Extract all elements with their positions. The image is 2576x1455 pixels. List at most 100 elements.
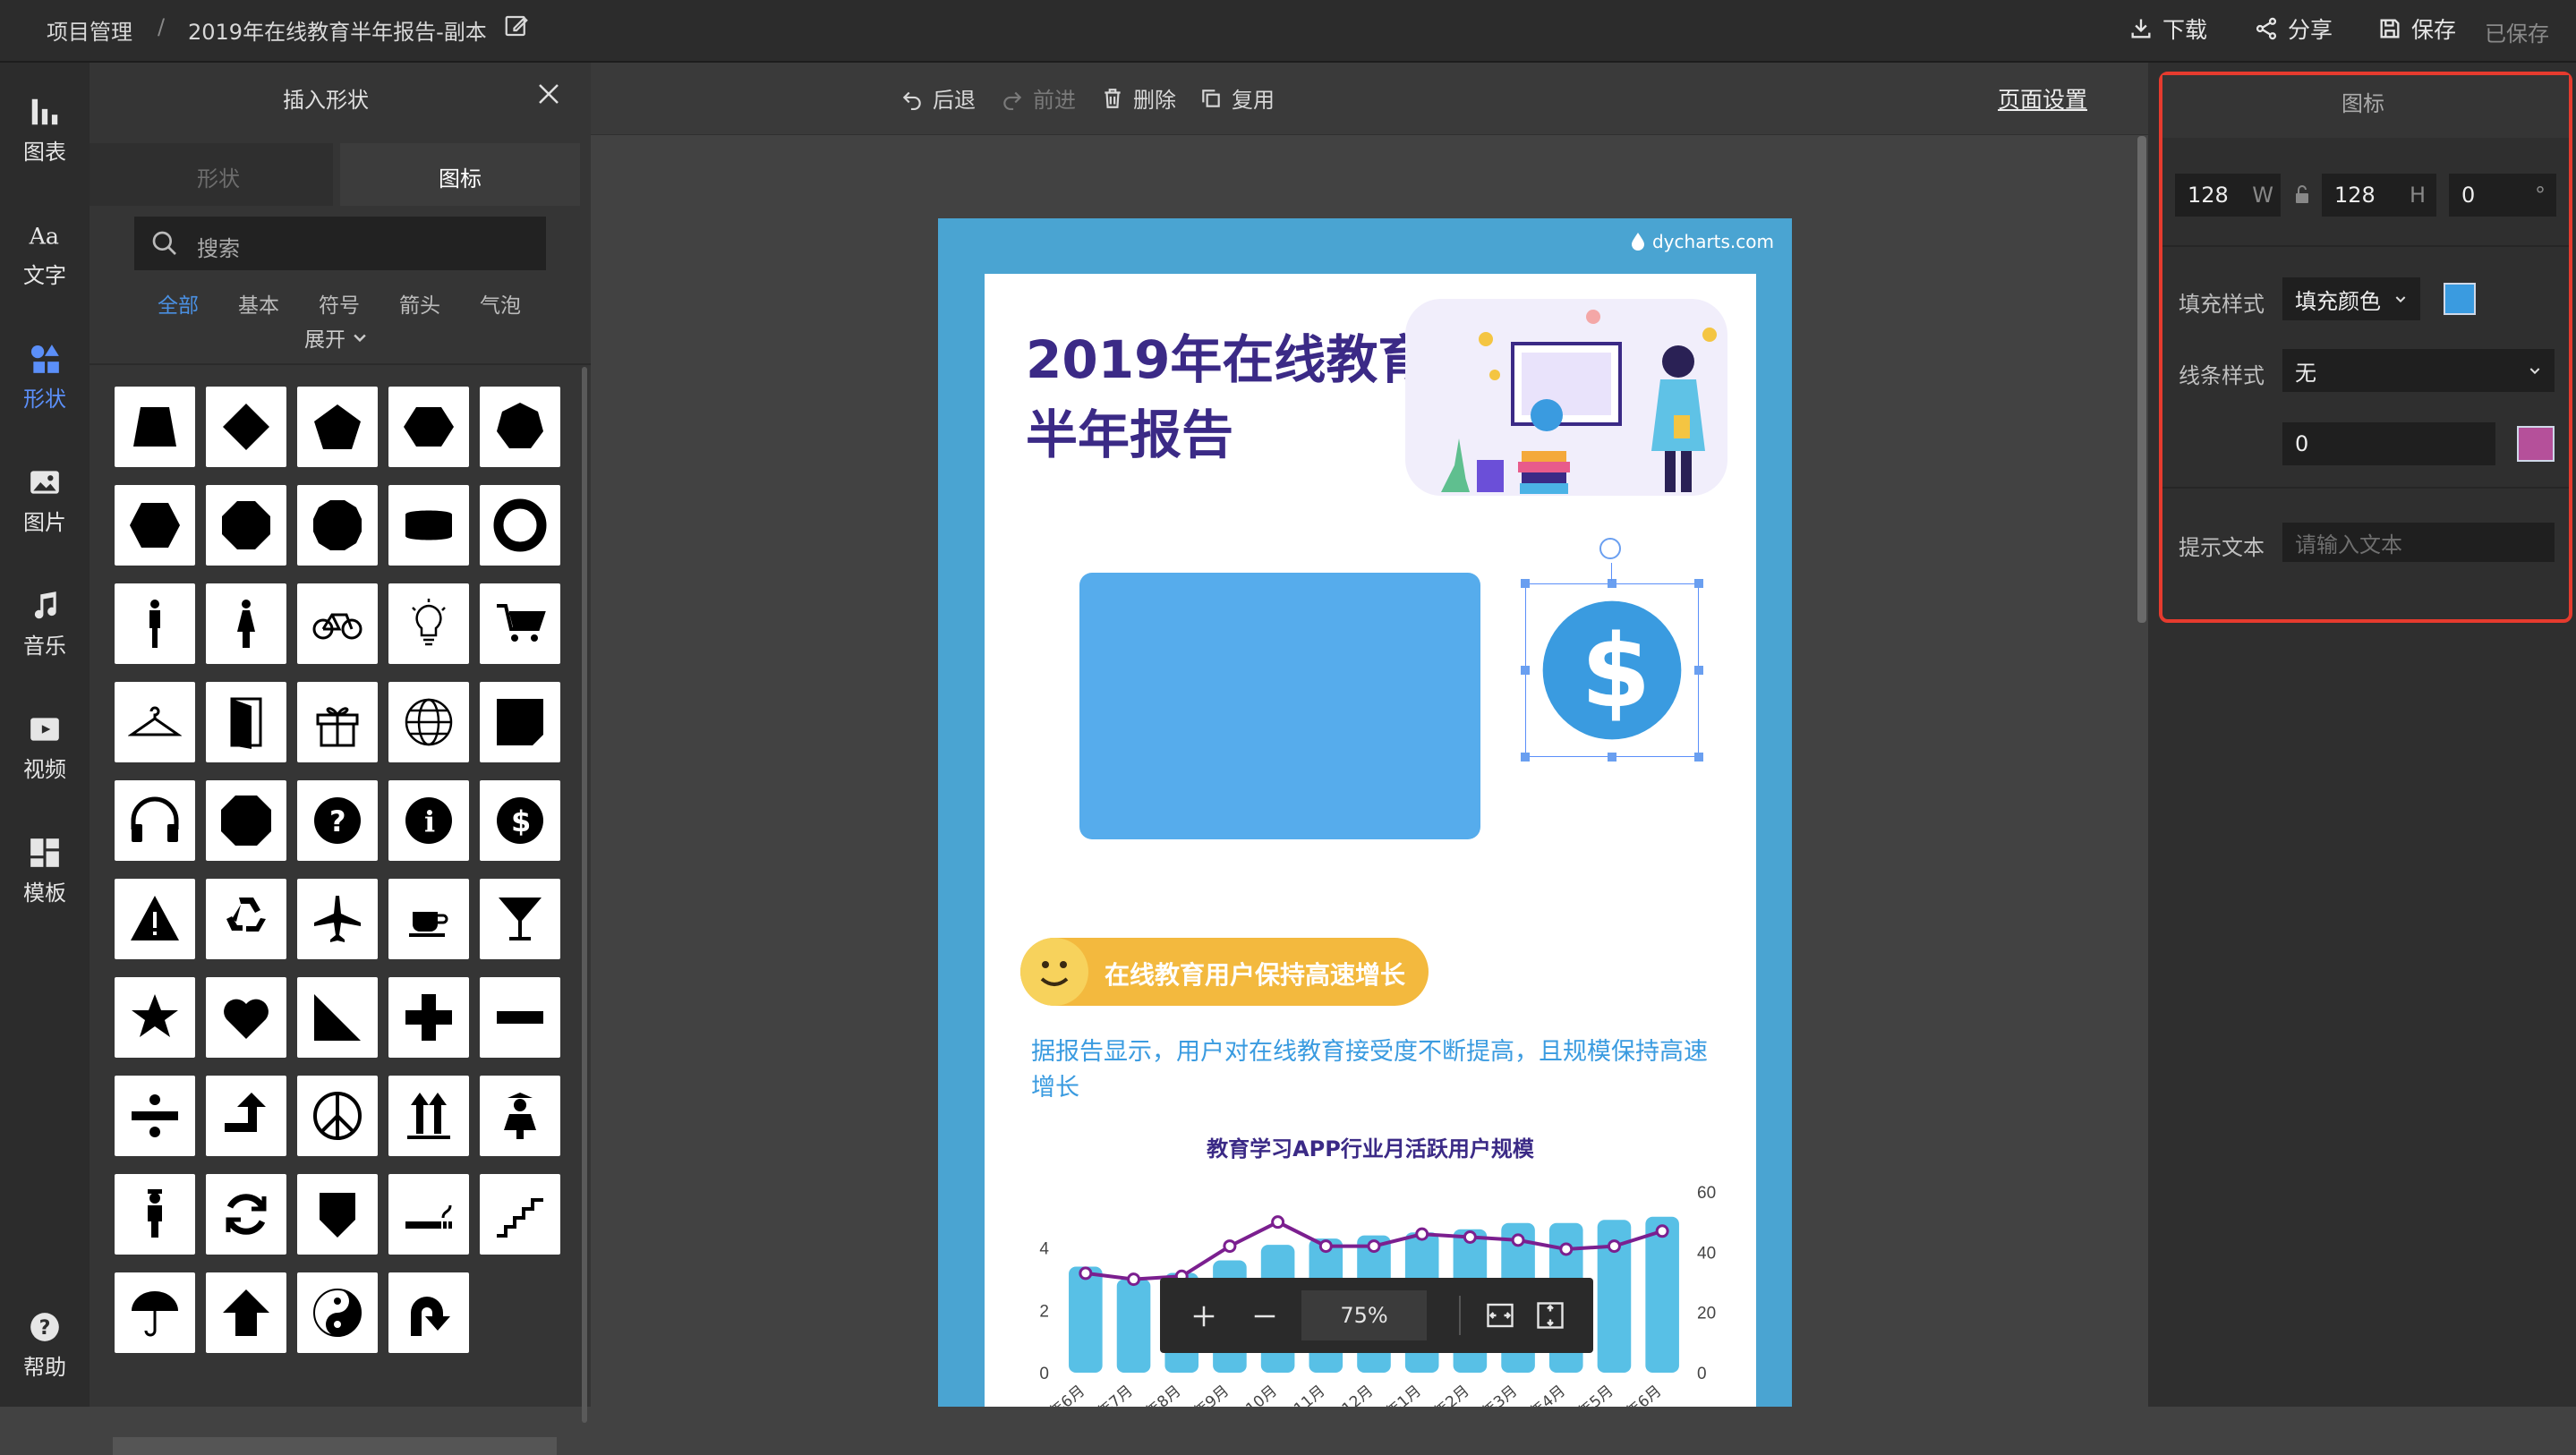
dollar-icon[interactable]: $ [480,780,560,861]
diamond-shape[interactable] [206,387,286,467]
heart-icon[interactable] [206,977,286,1058]
rail-item-shape[interactable]: 形状 [0,342,90,440]
section-badge[interactable]: 在线教育用户保持高速增长 [1020,938,1429,1006]
bicycle-icon[interactable] [297,583,378,664]
gift-icon[interactable] [297,682,378,762]
cylinder-shape[interactable] [388,485,469,566]
zoom-in-icon[interactable] [1190,1303,1217,1330]
resize-handle-n[interactable] [1608,579,1616,588]
breadcrumb-root[interactable]: 项目管理 [47,14,132,46]
rail-item-chart[interactable]: 图表 [0,95,90,193]
fill-color-swatch[interactable] [2444,283,2476,315]
up-arrows-icon[interactable] [388,1076,469,1156]
dollar-circle-icon[interactable]: $ [1540,599,1684,742]
download-button[interactable]: 下载 [2128,13,2207,45]
delete-button[interactable]: 删除 [1101,82,1176,114]
zoom-level[interactable]: 75% [1301,1290,1427,1340]
stroke-style-select[interactable]: 无 [2282,349,2555,392]
umbrella-icon[interactable] [115,1272,195,1353]
blue-rectangle-shape[interactable] [1079,573,1480,839]
octagon-badge-icon[interactable] [206,780,286,861]
divide-icon[interactable] [115,1076,195,1156]
question-icon[interactable]: ? [297,780,378,861]
fit-width-icon[interactable] [1484,1299,1516,1332]
lock-icon[interactable] [2291,183,2313,206]
yin-yang-icon[interactable] [297,1272,378,1353]
resize-handle-w[interactable] [1521,666,1530,675]
info-icon[interactable]: i [388,780,469,861]
selected-icon-frame[interactable]: $ [1521,538,1703,762]
person-standing-icon[interactable] [115,1174,195,1255]
cart-icon[interactable] [480,583,560,664]
woman-icon[interactable] [206,583,286,664]
stroke-color-swatch[interactable] [2517,426,2555,462]
airplane-icon[interactable] [297,879,378,959]
minus-icon[interactable] [480,977,560,1058]
door-icon[interactable] [206,682,286,762]
hanger-icon[interactable] [115,682,195,762]
teacher-illustration[interactable] [1387,281,1745,496]
warning-icon[interactable] [115,879,195,959]
resize-handle-sw[interactable] [1521,753,1530,762]
hexagon-shape[interactable] [388,387,469,467]
shield-badge-icon[interactable] [297,1174,378,1255]
man-icon[interactable] [115,583,195,664]
rail-item-text[interactable]: Aa 文字 [0,218,90,317]
rail-item-video[interactable]: 视频 [0,712,90,811]
fit-height-icon[interactable] [1534,1299,1566,1332]
recycle-icon[interactable] [206,879,286,959]
lightbulb-icon[interactable] [388,583,469,664]
peace-icon[interactable] [297,1076,378,1156]
smoking-icon[interactable] [388,1174,469,1255]
star-icon[interactable] [115,977,195,1058]
rail-item-template[interactable]: 模板 [0,836,90,934]
resize-handle-nw[interactable] [1521,579,1530,588]
turn-up-arrow-icon[interactable] [206,1076,286,1156]
undo-button[interactable]: 后退 [900,82,976,114]
stroke-width-input[interactable]: 0 [2282,422,2495,465]
height-input[interactable]: 128 H [2322,174,2436,217]
rail-item-music[interactable]: 音乐 [0,589,90,687]
refresh-icon[interactable] [206,1174,286,1255]
pentagon-shape[interactable] [297,387,378,467]
resize-handle-se[interactable] [1694,753,1703,762]
coffee-cup-icon[interactable] [388,879,469,959]
security-officer-icon[interactable] [480,1076,560,1156]
tooltip-text-input[interactable]: 请输入文本 [2282,523,2555,562]
save-button[interactable]: 保存 [2377,13,2456,45]
rotate-handle[interactable] [1599,538,1621,559]
rotation-input[interactable]: 0 ° [2449,174,2556,217]
rail-item-image[interactable]: 图片 [0,465,90,564]
stairs-icon[interactable] [480,1174,560,1255]
resize-handle-e[interactable] [1694,666,1703,675]
panel-scrollbar[interactable] [582,367,587,1423]
heptagon-shape[interactable] [480,387,560,467]
duplicate-button[interactable]: 复用 [1199,82,1275,114]
resize-handle-s[interactable] [1608,753,1616,762]
page-settings-link[interactable]: 页面设置 [1998,82,2087,115]
decagon-shape[interactable] [297,485,378,566]
intro-paragraph[interactable]: 据报告显示，用户对在线教育接受度不断提高，且规模保持高速增长 [1031,1034,1729,1106]
octagon-shape[interactable] [206,485,286,566]
up-arrow-icon[interactable] [206,1272,286,1353]
globe-icon[interactable] [388,682,469,762]
help-button[interactable]: ? 帮助 [0,1310,90,1408]
share-button[interactable]: 分享 [2254,13,2333,45]
plus-icon[interactable] [388,977,469,1058]
canvas-scrollbar[interactable] [2137,136,2146,623]
edit-title-icon[interactable] [503,13,530,43]
headphones-icon[interactable] [115,780,195,861]
right-triangle-icon[interactable] [297,977,378,1058]
design-page[interactable]: dycharts.com 2019年在线教育 半年报告 $ 在线教育用户保持高速… [938,218,1792,1407]
fill-style-select[interactable]: 填充颜色 [2282,277,2420,320]
width-input[interactable]: 128 W [2175,174,2281,217]
trapezoid-shape[interactable] [115,387,195,467]
zoom-out-icon[interactable] [1251,1303,1278,1330]
headline[interactable]: 2019年在线教育 半年报告 [1026,322,1429,472]
curved-arrow-icon[interactable] [388,1272,469,1353]
ring-shape[interactable] [480,485,560,566]
redo-button[interactable]: 前进 [1001,82,1076,114]
cocktail-icon[interactable] [480,879,560,959]
folded-square-icon[interactable] [480,682,560,762]
resize-handle-ne[interactable] [1694,579,1703,588]
